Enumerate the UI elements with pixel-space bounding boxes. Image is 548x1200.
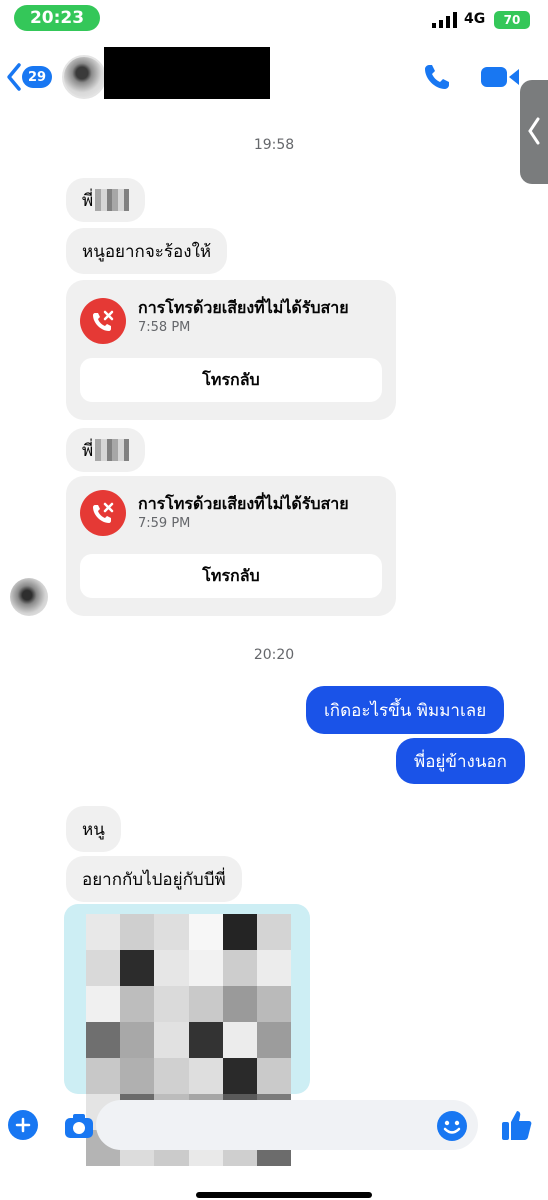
like-icon[interactable] xyxy=(500,1108,534,1142)
sender-name-bubble: พี่ xyxy=(66,428,146,472)
missed-call-card: การโทรด้วยเสียงที่ไม่ได้รับสาย 7:59 PM โ… xyxy=(66,476,396,616)
video-icon[interactable] xyxy=(480,64,520,90)
missed-call-icon xyxy=(80,298,126,344)
call-back-button[interactable]: โทรกลับ xyxy=(80,554,382,598)
outgoing-message-bubble[interactable]: พี่อยู่ข้างนอก xyxy=(396,738,525,784)
timestamp: 20:20 xyxy=(253,647,295,663)
plus-icon[interactable] xyxy=(8,1110,38,1140)
message-input[interactable] xyxy=(96,1100,478,1150)
blurred-name xyxy=(95,439,130,461)
outgoing-message-bubble[interactable]: เกิดอะไรขึ้น พิมมาเลย xyxy=(306,686,505,734)
status-time: 20:23 xyxy=(14,5,100,31)
sender-prefix: พี่ xyxy=(82,190,94,211)
message-bubble[interactable]: อยากกับไปอยู่กับบีพี่ xyxy=(66,856,242,902)
signal-icon xyxy=(432,12,457,28)
battery-indicator: 70 xyxy=(494,11,530,29)
call-time: 7:59 PM xyxy=(138,516,191,531)
message-bubble[interactable]: หนู xyxy=(66,806,121,852)
call-time: 7:58 PM xyxy=(138,320,191,335)
message-text: อยากกับไปอยู่กับบีพี่ xyxy=(82,869,226,890)
call-back-button[interactable]: โทรกลับ xyxy=(80,358,382,402)
phone-icon[interactable] xyxy=(422,62,452,92)
network-label: 4G xyxy=(464,11,486,27)
contact-avatar[interactable] xyxy=(62,55,106,99)
emoji-icon[interactable] xyxy=(436,1110,468,1142)
missed-call-icon xyxy=(80,490,126,536)
message-text: หนูอยากจะร้องให้ xyxy=(82,241,212,262)
call-title: การโทรด้วยเสียงที่ไม่ได้รับสาย xyxy=(138,298,349,317)
sender-name-bubble: พี่ xyxy=(66,178,146,222)
back-chevron-icon[interactable] xyxy=(6,62,22,92)
sender-prefix: พี่ xyxy=(82,440,94,461)
message-text: พี่อยู่ข้างนอก xyxy=(414,751,507,772)
missed-call-card: การโทรด้วยเสียงที่ไม่ได้รับสาย 7:58 PM โ… xyxy=(66,280,396,420)
home-indicator xyxy=(196,1192,372,1198)
side-panel-handle[interactable] xyxy=(520,80,548,184)
sender-avatar[interactable] xyxy=(10,578,48,616)
message-text: เกิดอะไรขึ้น พิมมาเลย xyxy=(324,700,487,721)
timestamp: 19:58 xyxy=(253,137,295,153)
blurred-name xyxy=(95,189,130,211)
contact-name-redaction xyxy=(104,47,270,99)
camera-icon[interactable] xyxy=(64,1112,94,1140)
call-title: การโทรด้วยเสียงที่ไม่ได้รับสาย xyxy=(138,494,349,513)
message-text: หนู xyxy=(82,819,105,840)
unread-count-badge[interactable]: 29 xyxy=(22,66,52,88)
message-bubble[interactable]: หนูอยากจะร้องให้ xyxy=(66,228,228,274)
